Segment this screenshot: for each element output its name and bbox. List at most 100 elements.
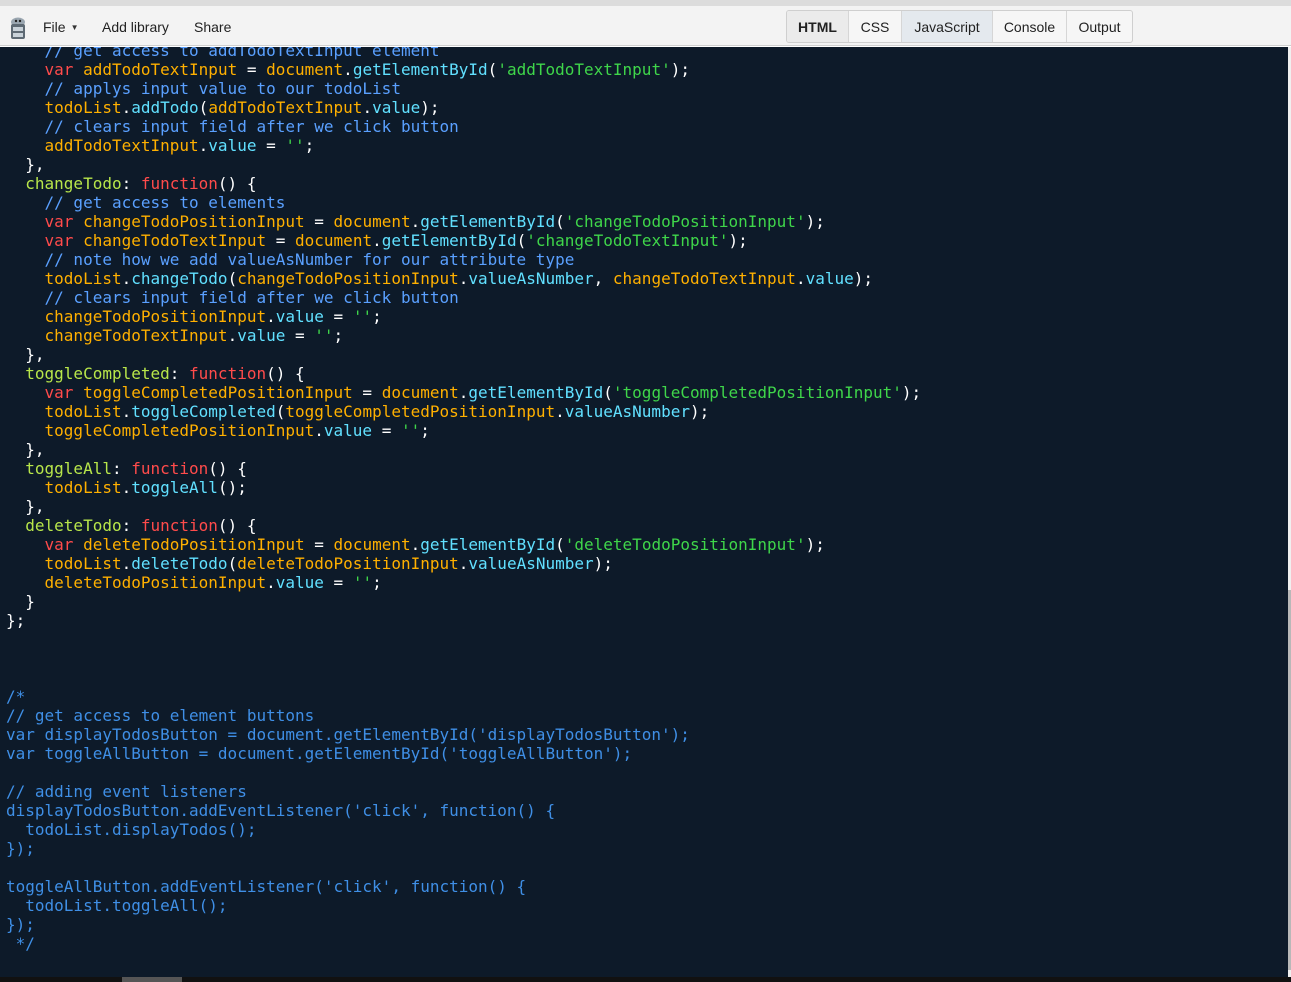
- code-line: addTodoTextInput.value = '';: [6, 136, 921, 155]
- code-token: var displayTodosButton = document.getEle…: [6, 725, 690, 744]
- code-token: 'changeTodoTextInput': [526, 231, 729, 250]
- code-line: var toggleAllButton = document.getElemen…: [6, 744, 921, 763]
- code-token: document: [333, 212, 411, 231]
- code-token: todoList.displayTodos();: [25, 820, 257, 839]
- code-token: (: [487, 60, 498, 79]
- code-token: () {: [217, 516, 257, 535]
- code-line: toggleCompleted: function() {: [6, 364, 921, 383]
- code-token: valueAsNumber: [468, 554, 594, 573]
- code-line: });: [6, 915, 921, 934]
- top-toolbar: File ▼ Add library Share HTML CSS JavaScr…: [0, 0, 1291, 46]
- tab-html[interactable]: HTML: [787, 11, 849, 42]
- code-token: toggleAll: [25, 459, 112, 478]
- code-token: value: [323, 421, 373, 440]
- code-line: },: [6, 497, 921, 516]
- code-token: // adding event listeners: [6, 782, 247, 801]
- code-token: valueAsNumber: [468, 269, 594, 288]
- code-token: var: [44, 60, 74, 79]
- horizontal-scrollbar-track[interactable]: [0, 977, 1291, 982]
- code-token: deleteTodoPositionInput: [237, 554, 459, 573]
- share-menu[interactable]: Share: [194, 17, 231, 37]
- code-area[interactable]: // get access to addTodoTextInput elemen…: [6, 47, 921, 953]
- panel-tabs: HTML CSS JavaScript Console Output: [786, 10, 1133, 43]
- tab-output[interactable]: Output: [1067, 11, 1132, 42]
- code-token: =: [323, 307, 353, 326]
- code-token: getElementById: [420, 212, 556, 231]
- code-line: var addTodoTextInput = document.getEleme…: [6, 60, 921, 79]
- code-token: },: [25, 155, 45, 174]
- code-token: var: [44, 212, 74, 231]
- code-token: .: [555, 402, 565, 421]
- code-token: () {: [217, 174, 257, 193]
- code-token: () {: [208, 459, 247, 478]
- code-token: getElementById: [420, 535, 556, 554]
- code-token: function: [140, 174, 218, 193]
- code-token: :: [121, 174, 141, 193]
- code-line: var deleteTodoPositionInput = document.g…: [6, 535, 921, 554]
- code-token: 'toggleCompletedPositionInput': [612, 383, 902, 402]
- code-token: valueAsNumber: [564, 402, 690, 421]
- code-token: 'deleteTodoPositionInput': [564, 535, 806, 554]
- code-line: // adding event listeners: [6, 782, 921, 801]
- code-token: changeTodoTextInput: [83, 231, 267, 250]
- code-token: changeTodoPositionInput: [83, 212, 305, 231]
- add-library-menu[interactable]: Add library: [102, 17, 169, 37]
- file-menu[interactable]: File ▼: [43, 17, 78, 38]
- code-token: value: [372, 98, 421, 117]
- code-token: });: [6, 839, 35, 858]
- tab-console[interactable]: Console: [993, 11, 1067, 42]
- code-token: // get access to addTodoTextInput elemen…: [44, 47, 440, 60]
- code-line: toggleAll: function() {: [6, 459, 921, 478]
- code-line: },: [6, 155, 921, 174]
- code-token: );: [593, 554, 613, 573]
- code-token: );: [689, 402, 710, 421]
- code-token: '': [285, 136, 305, 155]
- horizontal-scrollbar-thumb[interactable]: [122, 977, 182, 982]
- code-token: ;: [372, 573, 382, 592]
- code-token: .: [372, 231, 382, 250]
- code-token: changeTodoPositionInput: [237, 269, 459, 288]
- code-token: /*: [6, 687, 26, 706]
- code-token: document: [295, 231, 373, 250]
- code-line: changeTodoTextInput.value = '';: [6, 326, 921, 345]
- code-token: toggleAll: [131, 478, 218, 497]
- code-token: =: [266, 231, 296, 250]
- code-token: );: [805, 535, 825, 554]
- code-token: });: [6, 915, 35, 934]
- code-line: changeTodoPositionInput.value = '';: [6, 307, 921, 326]
- tab-css[interactable]: CSS: [849, 11, 902, 42]
- code-token: (: [603, 383, 613, 402]
- code-token: // get access to elements: [44, 193, 286, 212]
- code-token: =: [352, 383, 382, 402]
- code-token: 'changeTodoPositionInput': [564, 212, 806, 231]
- code-line: }: [6, 592, 921, 611]
- code-token: value: [275, 307, 324, 326]
- code-token: changeTodoTextInput: [612, 269, 796, 288]
- code-line: /*: [6, 687, 921, 706]
- tab-javascript[interactable]: JavaScript: [902, 11, 993, 42]
- code-token: toggleCompletedPositionInput: [83, 383, 353, 402]
- jsbin-logo-icon[interactable]: [8, 17, 28, 43]
- code-token: getElementById: [381, 231, 517, 250]
- javascript-editor[interactable]: // get access to addTodoTextInput elemen…: [0, 47, 1288, 977]
- code-line: },: [6, 440, 921, 459]
- code-token: toggleCompleted: [131, 402, 276, 421]
- code-token: =: [372, 421, 401, 440]
- code-token: addTodoTextInput: [83, 60, 238, 79]
- code-token: value: [237, 326, 286, 345]
